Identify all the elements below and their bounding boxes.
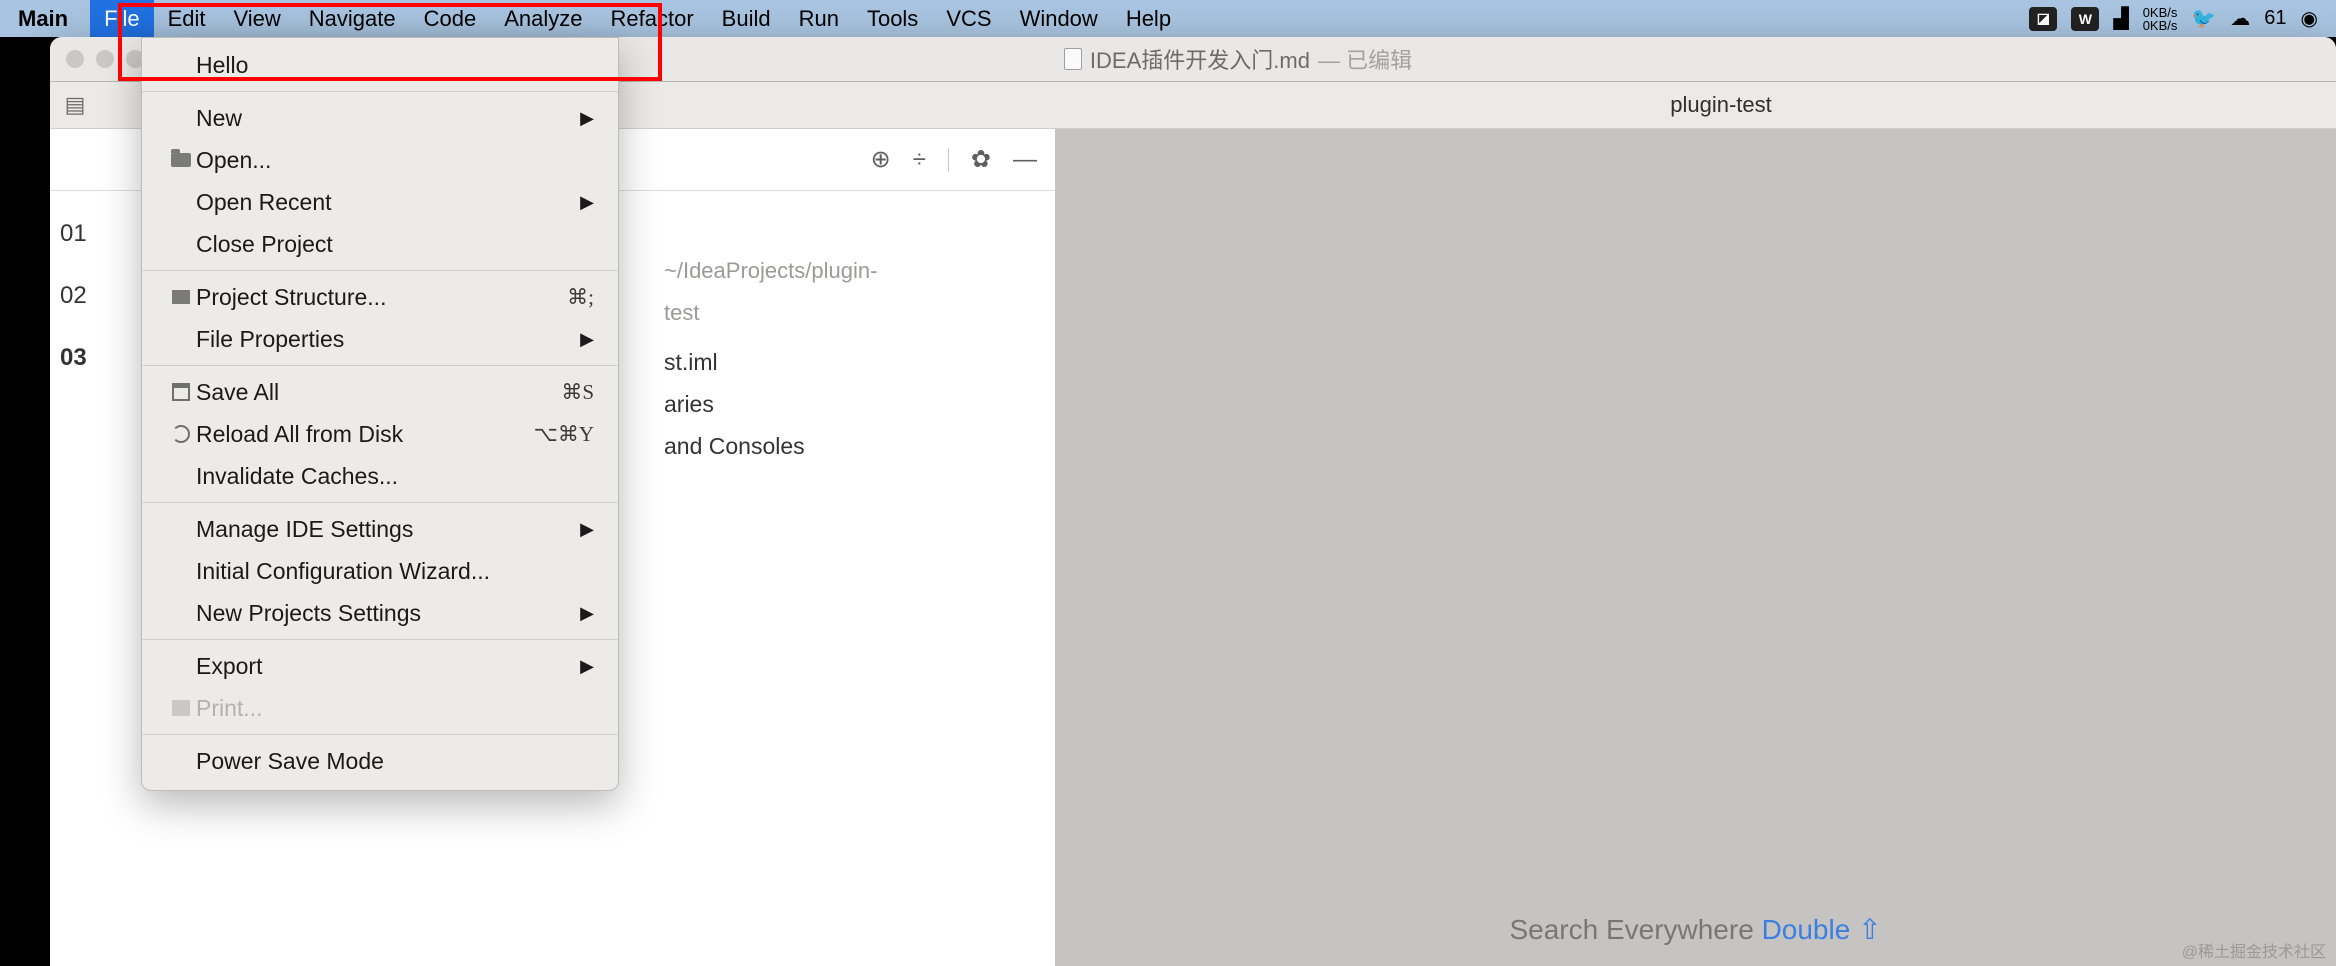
editor-empty-area: Search Everywhere Double ⇧ xyxy=(1055,129,2336,966)
status-cat-icon[interactable]: ▟ xyxy=(2113,6,2128,31)
titlebar-filename: IDEA插件开发入门.md xyxy=(1090,43,1310,75)
file-menu-invalidate-caches[interactable]: Invalidate Caches... xyxy=(142,455,618,497)
submenu-arrow-icon: ▶ xyxy=(580,329,594,350)
project-tree-fragment: ~/IdeaProjects/plugin-test st.iml aries … xyxy=(664,263,805,467)
project-structure-icon xyxy=(166,290,196,304)
toolbar-settings-icon[interactable]: ✿ xyxy=(971,145,991,174)
toolbar-locate-icon[interactable]: ⊕ xyxy=(871,145,891,174)
menu-window[interactable]: Window xyxy=(1006,0,1112,37)
status-wechat-icon[interactable]: ☁ xyxy=(2230,6,2250,31)
menu-edit[interactable]: Edit xyxy=(154,0,220,37)
gutter-line: 01 xyxy=(60,203,87,265)
submenu-arrow-icon: ▶ xyxy=(580,192,594,213)
menu-view[interactable]: View xyxy=(220,0,295,37)
menu-build[interactable]: Build xyxy=(708,0,785,37)
status-battery-text: 61 xyxy=(2264,7,2286,30)
submenu-arrow-icon: ▶ xyxy=(580,656,594,677)
tree-row[interactable]: aries xyxy=(664,383,805,425)
status-app-icon[interactable]: ◪ xyxy=(2029,7,2057,31)
toolbar-hide-icon[interactable]: — xyxy=(1013,146,1037,174)
file-menu-open-recent[interactable]: Open Recent▶ xyxy=(142,181,618,223)
save-icon xyxy=(166,383,196,401)
file-menu-reload-from-disk[interactable]: Reload All from Disk⌥⌘Y xyxy=(142,413,618,455)
menu-refactor[interactable]: Refactor xyxy=(597,0,708,37)
search-everywhere-hint: Search Everywhere Double ⇧ xyxy=(1509,913,1881,946)
traffic-light-close[interactable] xyxy=(66,50,84,68)
reload-icon xyxy=(166,425,196,443)
status-network-speed: 0KB/s 0KB/s xyxy=(2143,6,2178,32)
folder-open-icon xyxy=(166,153,196,167)
tree-row[interactable]: st.iml xyxy=(664,341,805,383)
file-menu-close-project[interactable]: Close Project xyxy=(142,223,618,265)
file-menu-new[interactable]: New▶ xyxy=(142,97,618,139)
submenu-arrow-icon: ▶ xyxy=(580,519,594,540)
file-menu-print: Print... xyxy=(142,687,618,729)
titlebar-doc-icon xyxy=(1064,48,1082,70)
titlebar-edited-label: — 已编辑 xyxy=(1318,43,1412,75)
file-menu-manage-ide-settings[interactable]: Manage IDE Settings▶ xyxy=(142,508,618,550)
gutter-line: 02 xyxy=(60,265,87,327)
mac-menubar: Main File Edit View Navigate Code Analyz… xyxy=(0,0,2336,37)
file-menu-power-save-mode[interactable]: Power Save Mode xyxy=(142,740,618,782)
menubar-status-area: ◪ W ▟ 0KB/s 0KB/s 🐦 ☁ 61 ◉ xyxy=(2029,6,2318,32)
menu-code[interactable]: Code xyxy=(410,0,491,37)
file-menu-dropdown: Hello New▶ Open... Open Recent▶ Close Pr… xyxy=(141,37,619,791)
menubar-app-name: Main xyxy=(18,6,68,32)
file-menu-export[interactable]: Export▶ xyxy=(142,645,618,687)
tree-row[interactable]: and Consoles xyxy=(664,425,805,467)
menu-navigate[interactable]: Navigate xyxy=(295,0,410,37)
menu-run[interactable]: Run xyxy=(785,0,853,37)
submenu-arrow-icon: ▶ xyxy=(580,108,594,129)
navbar-structure-icon[interactable]: ▤ xyxy=(50,92,100,118)
file-menu-save-all[interactable]: Save All⌘S xyxy=(142,371,618,413)
watermark-text: @稀土掘金技术社区 xyxy=(2182,938,2326,962)
file-menu-hello[interactable]: Hello xyxy=(142,44,618,86)
menu-vcs[interactable]: VCS xyxy=(932,0,1005,37)
file-menu-new-projects-settings[interactable]: New Projects Settings▶ xyxy=(142,592,618,634)
traffic-light-minimize[interactable] xyxy=(96,50,114,68)
menu-tools[interactable]: Tools xyxy=(853,0,932,37)
navbar-project-name[interactable]: plugin-test xyxy=(1106,92,2336,118)
print-icon xyxy=(166,700,196,716)
file-menu-file-properties[interactable]: File Properties▶ xyxy=(142,318,618,360)
status-bird-icon[interactable]: 🐦 xyxy=(2191,6,2216,31)
file-menu-project-structure[interactable]: Project Structure...⌘; xyxy=(142,276,618,318)
menu-help[interactable]: Help xyxy=(1112,0,1185,37)
status-wps-icon[interactable]: W xyxy=(2071,7,2099,31)
editor-gutter: 01 02 03 xyxy=(60,203,87,389)
menu-analyze[interactable]: Analyze xyxy=(490,0,596,37)
file-menu-open[interactable]: Open... xyxy=(142,139,618,181)
status-user-icon[interactable]: ◉ xyxy=(2301,6,2318,31)
file-menu-initial-config-wizard[interactable]: Initial Configuration Wizard... xyxy=(142,550,618,592)
toolbar-collapse-icon[interactable]: ÷ xyxy=(913,146,926,174)
gutter-line-current: 03 xyxy=(60,327,87,389)
project-path: ~/IdeaProjects/plugin-test xyxy=(664,250,877,334)
menu-file[interactable]: File xyxy=(90,0,153,37)
submenu-arrow-icon: ▶ xyxy=(580,603,594,624)
